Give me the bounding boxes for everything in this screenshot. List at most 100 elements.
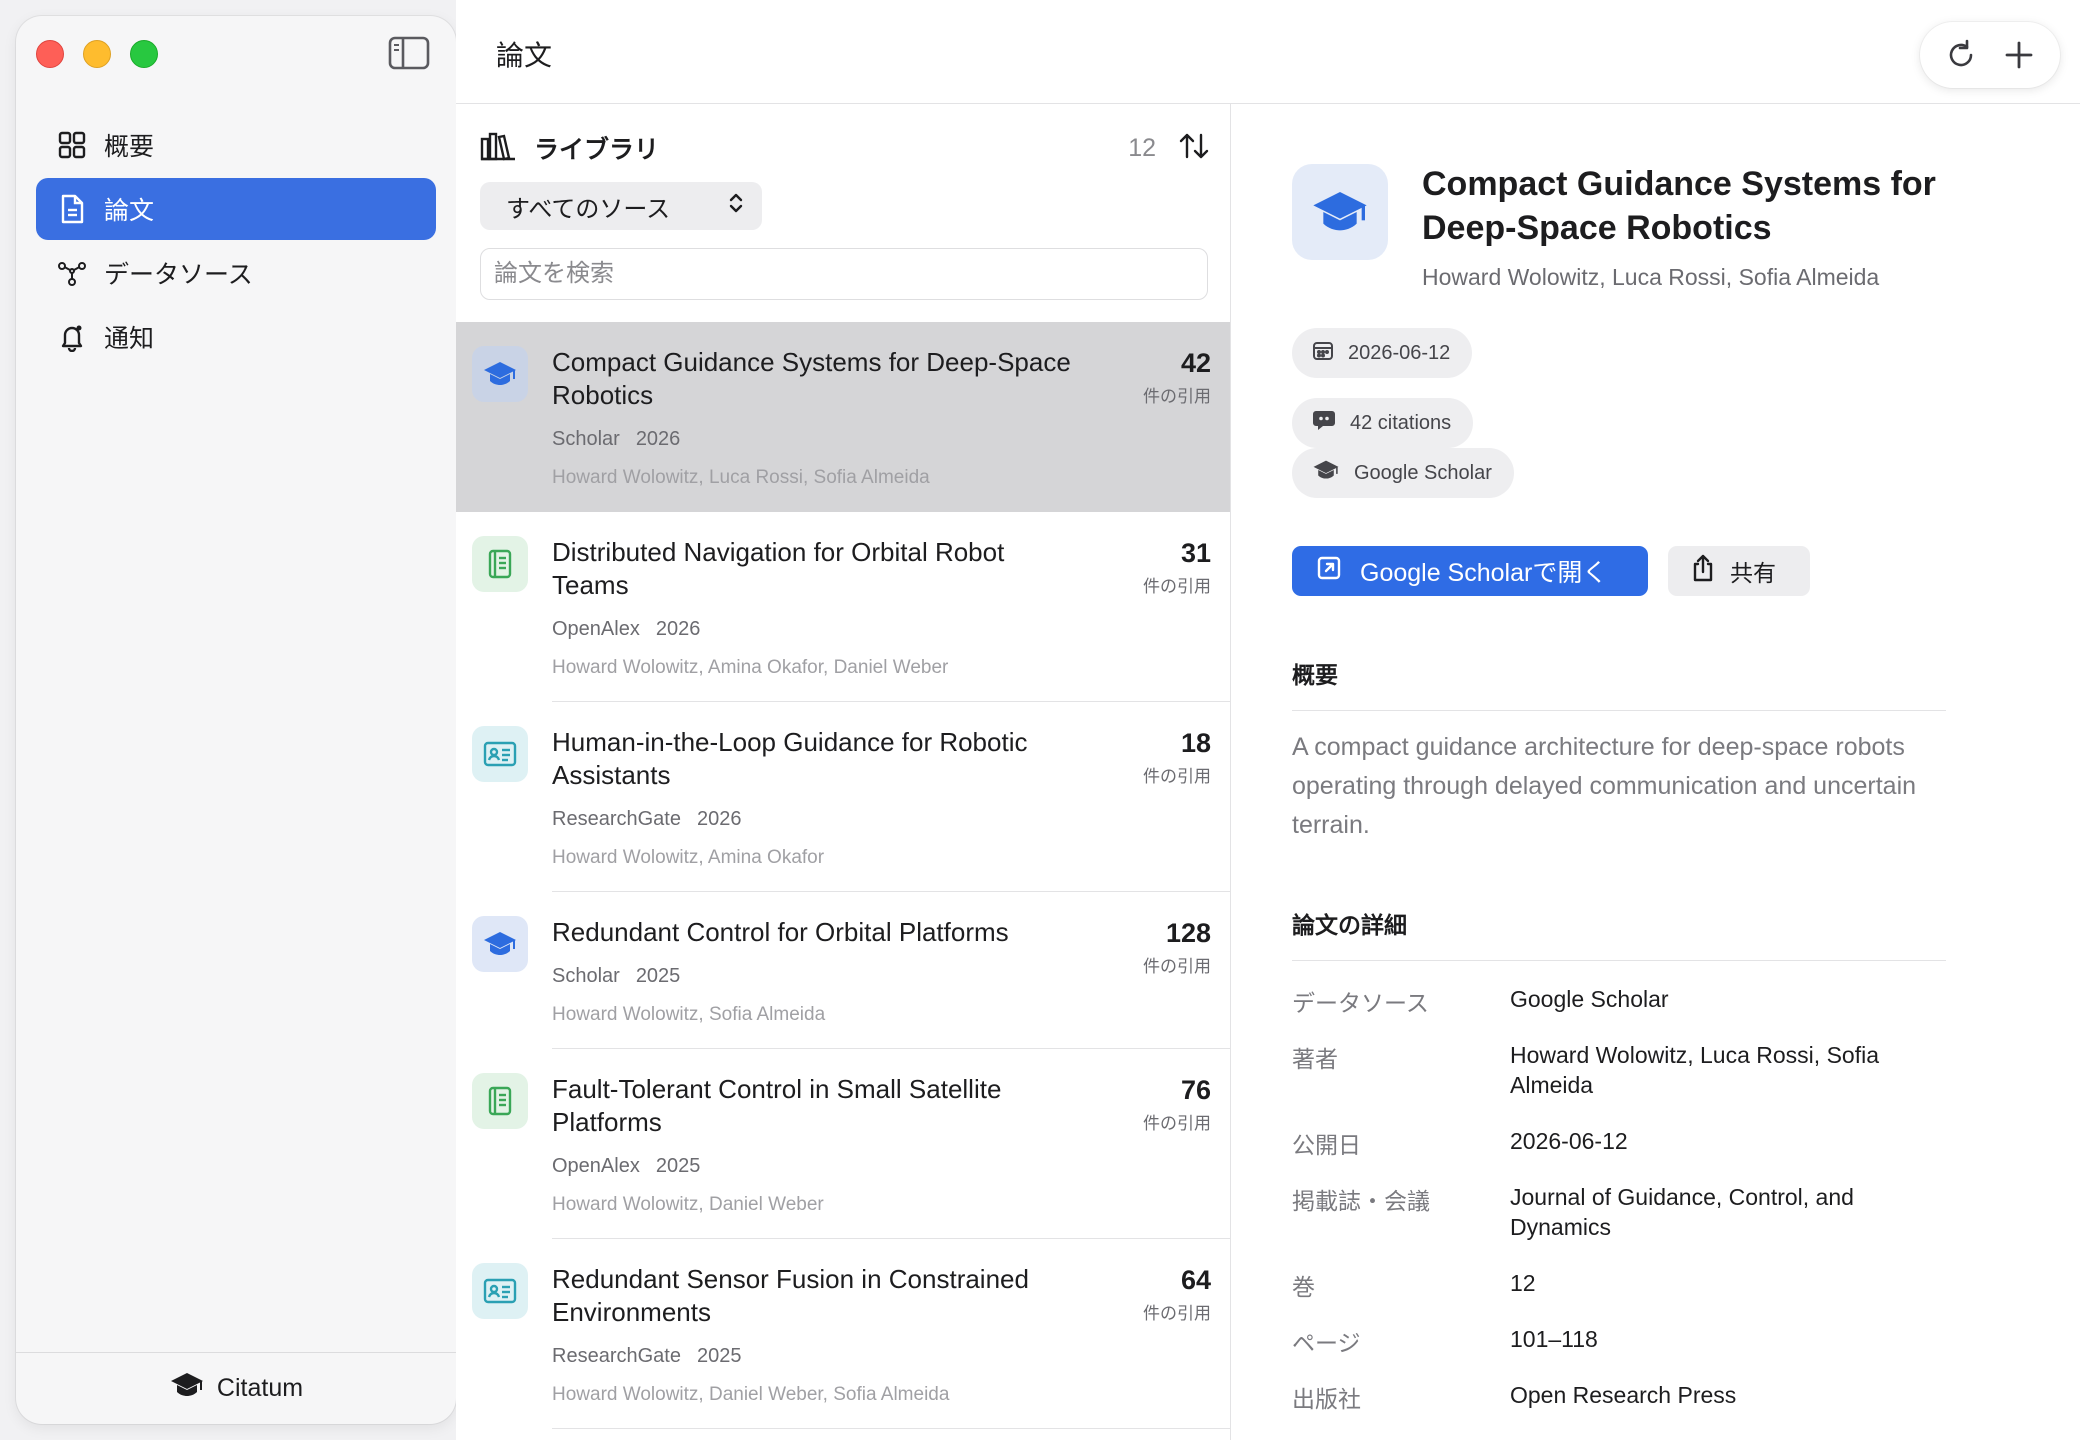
- paper-title: Compact Guidance Systems for Deep-Space …: [552, 347, 1071, 410]
- paper-meta: OpenAlex 2026: [552, 618, 700, 641]
- details-heading: 論文の詳細: [1292, 906, 1946, 961]
- graduation-cap-icon: [472, 916, 528, 972]
- paper-row[interactable]: Distributed Navigation for Orbital Robot…: [456, 512, 1230, 702]
- citation-count: 128: [1165, 918, 1211, 948]
- paper-meta: OpenAlex 2025: [552, 1155, 700, 1178]
- journal-icon: [472, 536, 528, 592]
- open-in-scholar-button[interactable]: Google Scholarで開く: [1292, 546, 1648, 596]
- paper-title: Redundant Sensor Fusion in Constrained E…: [552, 1264, 1029, 1327]
- detail-field-source: データソース Google Scholar: [1292, 984, 1952, 1018]
- field-value: Open Research Press: [1510, 1382, 1737, 1408]
- paper-row[interactable]: Compact Guidance Systems for Deep-Space …: [456, 322, 1230, 512]
- external-link-icon: [1316, 555, 1342, 588]
- field-key: 巻: [1292, 1274, 1315, 1300]
- paper-source: OpenAlex: [552, 618, 640, 640]
- citation-count-label: 件の引用: [1143, 1304, 1211, 1323]
- add-button[interactable]: [1996, 32, 2042, 78]
- sidebar-item-notifications[interactable]: 通知: [36, 306, 436, 368]
- source-filter-value: すべてのソース: [506, 195, 671, 223]
- paper-source: Scholar: [552, 428, 620, 450]
- document-icon: [56, 193, 88, 225]
- toolbar-actions: [1920, 22, 2060, 88]
- minimize-window-button[interactable]: [83, 40, 111, 68]
- sidebar-item-label: 論文: [104, 197, 155, 225]
- paper-row[interactable]: Fault-Tolerant Control in Small Satellit…: [456, 1049, 1230, 1239]
- sort-button[interactable]: [1178, 131, 1210, 166]
- detail-field-pages: ページ 101–118: [1292, 1324, 1952, 1358]
- journal-icon: [472, 1073, 528, 1129]
- sidebar-toggle-icon[interactable]: [388, 36, 430, 70]
- citations-chip: 42 citations: [1292, 398, 1474, 448]
- citation-count-label: 件の引用: [1143, 577, 1211, 596]
- paper-row[interactable]: Redundant Sensor Fusion in Constrained E…: [456, 1239, 1230, 1429]
- library-title: ライブラリ: [534, 136, 660, 164]
- paper-year: 2026: [696, 808, 742, 830]
- graduation-cap-icon: [169, 1370, 205, 1407]
- detail-authors: Howard Wolowitz, Luca Rossi, Sofia Almei…: [1422, 264, 1880, 290]
- main-area: 論文 ライブラリ 12 すべてのソース 論文を検索 Compact Guidan…: [456, 0, 2080, 1440]
- abstract-heading: 概要: [1292, 656, 1946, 711]
- app-brand: Citatum: [16, 1352, 456, 1424]
- sidebar: 概要 論文 データソース 通知 Citatum: [16, 16, 456, 1424]
- detail-title: Compact Guidance Systems for Deep-Space …: [1422, 165, 1936, 247]
- sidebar-item-label: 通知: [104, 325, 155, 353]
- page-title: 論文: [496, 40, 553, 71]
- toolbar: 論文: [456, 0, 2080, 104]
- detail-field-authors: 著者 Howard Wolowitz, Luca Rossi, Sofia Al…: [1292, 1040, 1952, 1100]
- calendar-icon: [1312, 339, 1334, 367]
- field-key: 出版社: [1292, 1386, 1361, 1412]
- refresh-button[interactable]: [1938, 32, 1984, 78]
- graduation-cap-icon: [1312, 458, 1340, 488]
- row-divider: [552, 1428, 1230, 1429]
- paper-list-pane: ライブラリ 12 すべてのソース Compact: [456, 104, 1231, 1440]
- paper-year: 2025: [655, 1155, 701, 1177]
- search-input[interactable]: [480, 248, 1208, 300]
- citation-count: 31: [1180, 538, 1211, 568]
- field-key: 掲載誌・会議: [1292, 1188, 1430, 1214]
- quote-bubble-icon: [1312, 409, 1336, 437]
- paper-authors: Howard Wolowitz, Daniel Weber, Sofia Alm…: [552, 1384, 950, 1405]
- paper-source: Scholar: [552, 965, 620, 987]
- paper-authors: Howard Wolowitz, Amina Okafor, Daniel We…: [552, 657, 949, 678]
- close-window-button[interactable]: [36, 40, 64, 68]
- library-header: ライブラリ 12: [480, 128, 1210, 168]
- sidebar-nav: 概要 論文 データソース 通知: [36, 114, 436, 370]
- citation-count-label: 件の引用: [1143, 387, 1211, 406]
- zoom-window-button[interactable]: [130, 40, 158, 68]
- paper-title: Fault-Tolerant Control in Small Satellit…: [552, 1074, 1002, 1137]
- graduation-cap-icon: [1292, 164, 1388, 260]
- paper-meta: ResearchGate 2025: [552, 1345, 741, 1368]
- sidebar-item-data-sources[interactable]: データソース: [36, 242, 436, 304]
- paper-meta: Scholar 2025: [552, 965, 680, 988]
- detail-field-publisher: 出版社 Open Research Press: [1292, 1380, 1952, 1414]
- paper-authors: Howard Wolowitz, Daniel Weber: [552, 1194, 824, 1215]
- citation-count: 64: [1180, 1265, 1211, 1295]
- paper-source: ResearchGate: [552, 1345, 681, 1367]
- chevron-up-down-icon: [728, 191, 744, 222]
- id-card-icon: [472, 1263, 528, 1319]
- share-button[interactable]: 共有: [1668, 546, 1810, 596]
- citation-count: 18: [1180, 728, 1211, 758]
- sidebar-item-label: 概要: [104, 133, 155, 161]
- detail-field-published: 公開日 2026-06-12: [1292, 1126, 1952, 1160]
- date-chip: 2026-06-12: [1292, 328, 1473, 378]
- paper-row[interactable]: Human-in-the-Loop Guidance for Robotic A…: [456, 702, 1230, 892]
- source-chip: Google Scholar: [1292, 448, 1514, 498]
- paper-row[interactable]: Redundant Control for Orbital Platforms …: [456, 892, 1230, 1049]
- sidebar-item-papers[interactable]: 論文: [36, 178, 436, 240]
- source-filter-select[interactable]: すべてのソース: [480, 182, 762, 230]
- detail-field-volume: 巻 12: [1292, 1268, 1952, 1302]
- network-icon: [56, 257, 88, 289]
- field-key: ページ: [1292, 1330, 1361, 1356]
- citation-count-label: 件の引用: [1143, 1114, 1211, 1133]
- paper-title: Distributed Navigation for Orbital Robot…: [552, 537, 1005, 600]
- paper-year: 2025: [635, 965, 681, 987]
- paper-source: OpenAlex: [552, 1155, 640, 1177]
- paper-year: 2026: [655, 618, 701, 640]
- paper-meta: ResearchGate 2026: [552, 808, 741, 831]
- sidebar-item-label: データソース: [104, 261, 253, 289]
- citation-count: 76: [1180, 1075, 1211, 1105]
- field-value: 2026-06-12: [1510, 1128, 1628, 1154]
- field-key: データソース: [1292, 990, 1429, 1016]
- sidebar-item-overview[interactable]: 概要: [36, 114, 436, 176]
